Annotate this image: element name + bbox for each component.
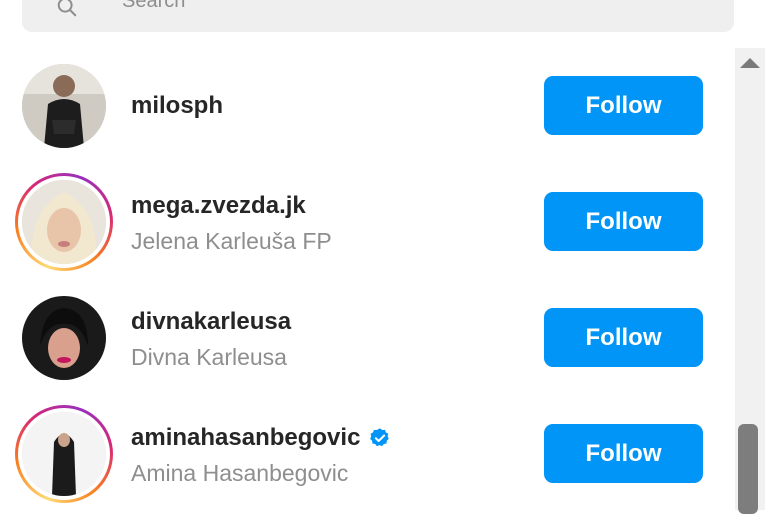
username[interactable]: mega.zvezda.jk	[131, 192, 306, 220]
scrollbar[interactable]	[735, 48, 765, 514]
avatar	[22, 412, 106, 496]
list-item: mega.zvezda.jk Jelena Karleuša FP Follow	[0, 164, 735, 280]
follow-button[interactable]: Follow	[544, 192, 703, 251]
full-name: Divna Karleusa	[131, 344, 287, 370]
list-item: milosph Follow	[0, 48, 735, 164]
full-name: Amina Hasanbegovic	[131, 460, 349, 486]
follow-button[interactable]: Follow	[544, 76, 703, 135]
verified-badge-icon	[370, 428, 390, 447]
username[interactable]: divnakarleusa	[131, 308, 291, 336]
avatar[interactable]	[22, 64, 106, 148]
username[interactable]: milosph	[131, 92, 223, 120]
search-icon	[57, 0, 77, 17]
full-name: Jelena Karleuša FP	[131, 228, 332, 254]
follow-button[interactable]: Follow	[544, 424, 703, 483]
scroll-thumb[interactable]	[738, 424, 758, 514]
list-item: aminahasanbegovic Amina Hasanbegovic Fol…	[0, 396, 735, 512]
avatar[interactable]	[22, 296, 106, 380]
avatar	[22, 180, 106, 264]
story-ring[interactable]	[15, 405, 113, 503]
story-ring[interactable]	[15, 173, 113, 271]
username[interactable]: aminahasanbegovic	[131, 424, 391, 452]
follow-button[interactable]: Follow	[544, 308, 703, 367]
search-placeholder: Search	[122, 0, 186, 12]
scroll-up-arrow-icon[interactable]	[740, 58, 760, 68]
list-item: divnakarleusa Divna Karleusa Follow	[0, 280, 735, 396]
suggested-accounts-list: milosph Follow mega.zvezda.jk Jelena Kar…	[0, 48, 735, 510]
search-input[interactable]: Search	[22, 0, 734, 32]
